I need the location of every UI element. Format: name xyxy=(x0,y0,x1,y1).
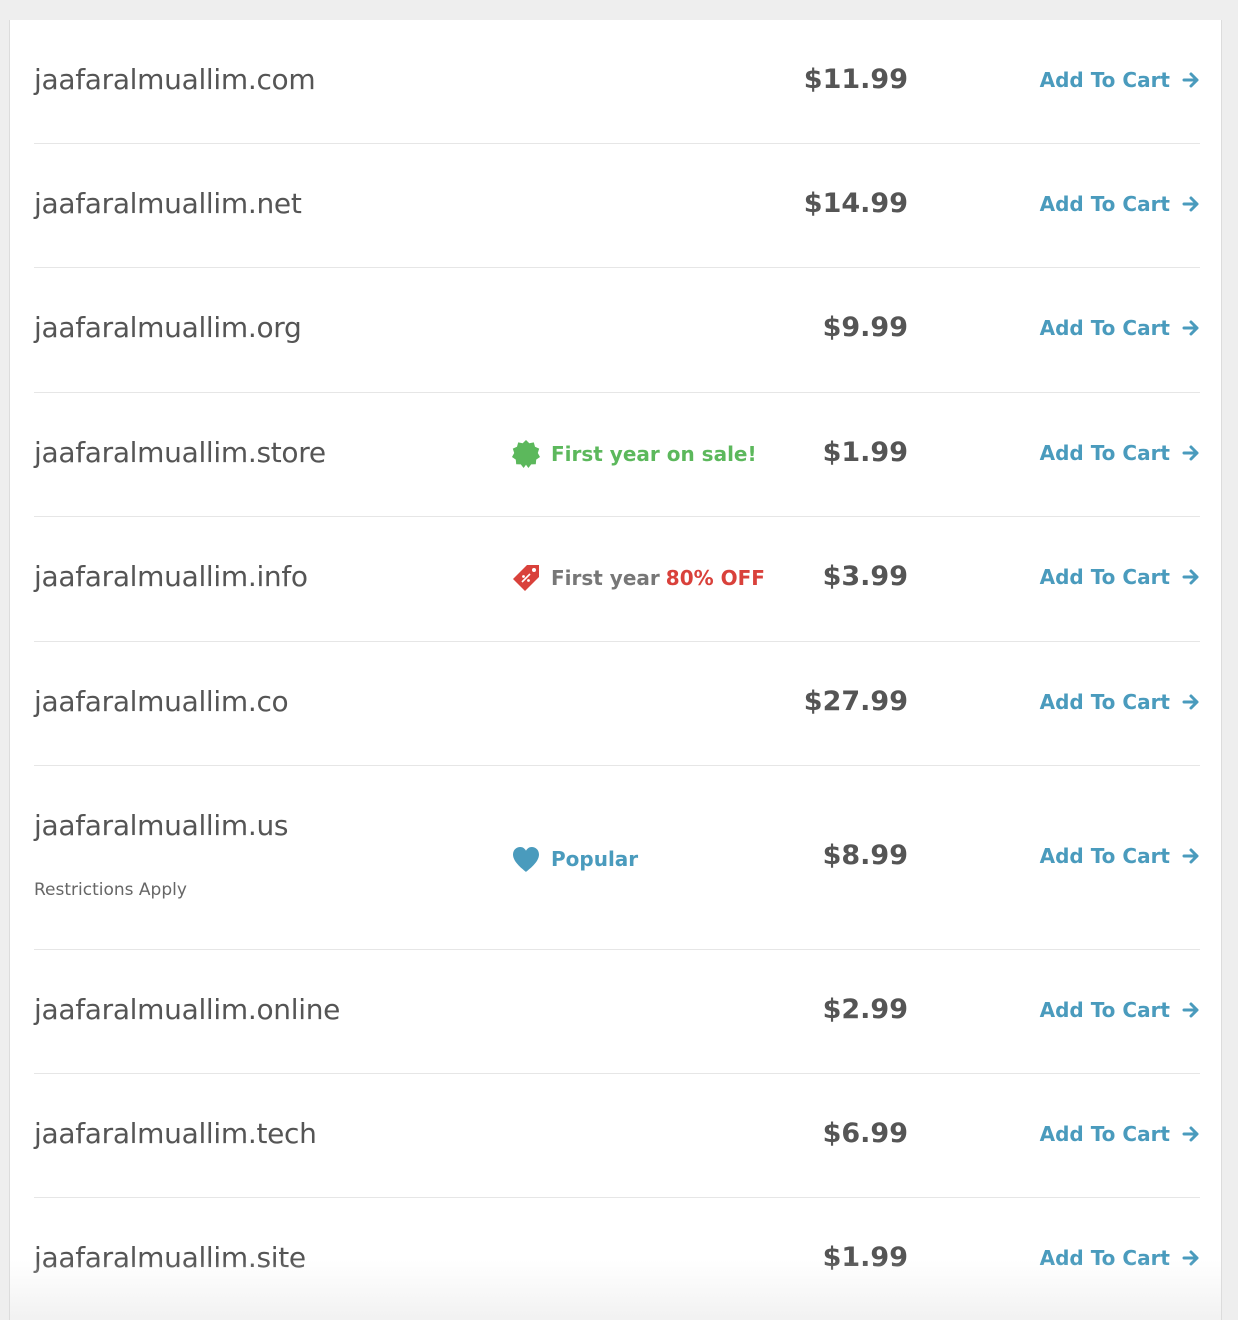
domain-name: jaafaralmuallim.site xyxy=(34,1241,306,1274)
add-to-cart-label: Add To Cart xyxy=(1039,565,1170,589)
add-to-cart-label: Add To Cart xyxy=(1039,192,1170,216)
domain-row: jaafaralmuallim.us Restrictions Apply Po… xyxy=(34,766,1200,950)
domain-name: jaafaralmuallim.info xyxy=(34,560,308,593)
add-to-cart-button[interactable]: Add To Cart xyxy=(1040,690,1200,714)
arrow-right-icon xyxy=(1182,1126,1199,1142)
badge-text: Popular xyxy=(551,847,639,871)
discount-badge: First year 80% OFF xyxy=(511,563,765,593)
arrow-right-icon xyxy=(1182,848,1199,864)
domain-price: $1.99 xyxy=(822,437,908,468)
add-to-cart-button[interactable]: Add To Cart xyxy=(1040,68,1200,92)
domain-row: jaafaralmuallim.store First year on sale… xyxy=(34,393,1200,517)
arrow-right-icon xyxy=(1182,445,1199,461)
add-to-cart-button[interactable]: Add To Cart xyxy=(1040,844,1200,868)
add-to-cart-label: Add To Cart xyxy=(1039,441,1170,465)
domain-name: jaafaralmuallim.co xyxy=(34,685,289,718)
arrow-right-icon xyxy=(1182,569,1199,585)
add-to-cart-button[interactable]: Add To Cart xyxy=(1040,565,1200,589)
domain-price: $6.99 xyxy=(822,1118,908,1149)
arrow-right-icon xyxy=(1182,72,1199,88)
domain-price: $8.99 xyxy=(822,840,908,871)
add-to-cart-label: Add To Cart xyxy=(1039,1246,1170,1270)
domain-row: jaafaralmuallim.org $9.99 Add To Cart xyxy=(34,268,1200,393)
arrow-right-icon xyxy=(1182,694,1199,710)
add-to-cart-label: Add To Cart xyxy=(1039,998,1170,1022)
domain-row: jaafaralmuallim.online $2.99 Add To Cart xyxy=(34,950,1200,1074)
domain-row: jaafaralmuallim.net $14.99 Add To Cart xyxy=(34,144,1200,268)
domain-results-panel: jaafaralmuallim.com $11.99 Add To Cart j… xyxy=(9,20,1222,1320)
add-to-cart-button[interactable]: Add To Cart xyxy=(1040,192,1200,216)
domain-row: jaafaralmuallim.site $1.99 Add To Cart xyxy=(34,1198,1200,1320)
domain-name: jaafaralmuallim.com xyxy=(34,63,316,96)
domain-price: $11.99 xyxy=(803,64,908,95)
add-to-cart-label: Add To Cart xyxy=(1039,844,1170,868)
domain-price: $1.99 xyxy=(822,1242,908,1273)
domain-name: jaafaralmuallim.org xyxy=(34,311,302,344)
discount-tag-icon xyxy=(513,565,539,591)
heart-icon xyxy=(513,847,539,872)
domain-price: $9.99 xyxy=(822,312,908,343)
domain-price: $14.99 xyxy=(803,188,908,219)
add-to-cart-button[interactable]: Add To Cart xyxy=(1040,316,1200,340)
domain-row: jaafaralmuallim.com $11.99 Add To Cart xyxy=(34,20,1200,144)
add-to-cart-button[interactable]: Add To Cart xyxy=(1040,998,1200,1022)
add-to-cart-label: Add To Cart xyxy=(1039,68,1170,92)
domain-row: jaafaralmuallim.co $27.99 Add To Cart xyxy=(34,642,1200,766)
arrow-right-icon xyxy=(1182,1002,1199,1018)
arrow-right-icon xyxy=(1182,1250,1199,1266)
sale-seal-icon xyxy=(512,440,540,468)
add-to-cart-label: Add To Cart xyxy=(1039,1122,1170,1146)
domain-name: jaafaralmuallim.online xyxy=(34,993,341,1026)
add-to-cart-label: Add To Cart xyxy=(1039,316,1170,340)
add-to-cart-button[interactable]: Add To Cart xyxy=(1040,441,1200,465)
domain-name: jaafaralmuallim.net xyxy=(34,187,302,220)
arrow-right-icon xyxy=(1182,196,1199,212)
domain-row: jaafaralmuallim.tech $6.99 Add To Cart xyxy=(34,1074,1200,1198)
add-to-cart-button[interactable]: Add To Cart xyxy=(1040,1246,1200,1270)
arrow-right-icon xyxy=(1182,320,1199,336)
badge-text: First year on sale! xyxy=(551,442,757,466)
domain-price: $27.99 xyxy=(803,686,908,717)
add-to-cart-button[interactable]: Add To Cart xyxy=(1040,1122,1200,1146)
domain-price: $2.99 xyxy=(822,994,908,1025)
sale-badge: First year on sale! xyxy=(511,439,757,469)
popular-badge: Popular xyxy=(511,844,638,874)
restrictions-note: Restrictions Apply xyxy=(34,880,187,900)
domain-row: jaafaralmuallim.info First year 80% OFF … xyxy=(34,517,1200,642)
domain-name: jaafaralmuallim.store xyxy=(34,436,326,469)
domain-name: jaafaralmuallim.tech xyxy=(34,1117,317,1150)
domain-name: jaafaralmuallim.us xyxy=(34,809,289,842)
domain-price: $3.99 xyxy=(822,561,908,592)
badge-highlight: 80% OFF xyxy=(665,566,765,590)
badge-text: First year xyxy=(551,566,660,590)
add-to-cart-label: Add To Cart xyxy=(1039,690,1170,714)
